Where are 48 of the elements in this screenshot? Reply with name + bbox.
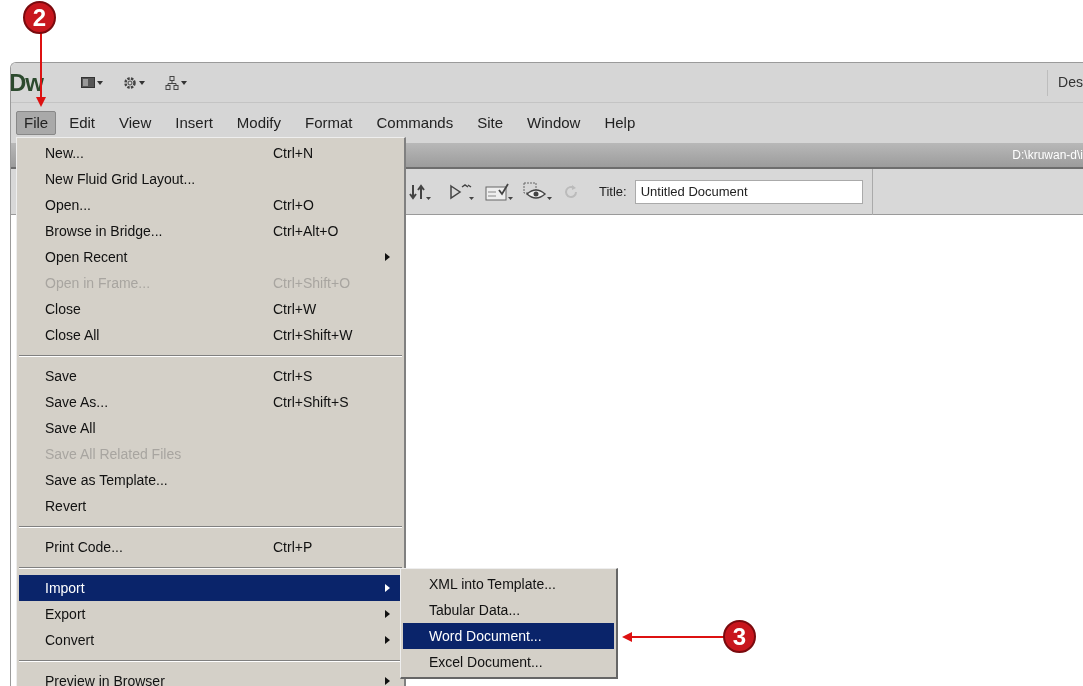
checklist-icon[interactable] [485,181,515,202]
menu-item[interactable]: Save As... Ctrl+Shift+S [19,389,402,415]
menu-item[interactable]: Close Ctrl+W [19,296,402,322]
menu-bar-item[interactable]: Window [516,111,592,135]
menu-bar-item[interactable]: File [16,111,57,135]
menu-bar-item[interactable]: Format [294,111,364,135]
menu-item[interactable]: Save Ctrl+S [19,363,402,389]
caret-icon [97,80,103,85]
menu-item[interactable]: New Fluid Grid Layout... [19,166,402,192]
menu-bar-item[interactable]: Edit [58,111,107,135]
caret-icon [139,80,145,85]
title-field[interactable]: Untitled Document [634,179,863,204]
workspace-switcher[interactable]: Des [1058,72,1083,93]
settings-icon [123,75,137,90]
menu-item[interactable]: Open... Ctrl+O [19,192,402,218]
menu-bar-item[interactable]: Site [466,111,515,135]
menu-item[interactable]: Tabular Data... [403,597,614,623]
title-label: Title: [599,182,627,201]
menu-item[interactable]: Export [19,601,402,627]
menu-item[interactable]: Word Document... [403,623,614,649]
menu-bar-item[interactable]: Insert [164,111,224,135]
eye-icon[interactable] [523,181,553,202]
menu-item[interactable]: New... Ctrl+N [19,140,402,166]
menu-item[interactable]: Revert [19,493,402,519]
step-badge: 2 [23,1,56,34]
menu-item[interactable]: Convert [19,627,402,653]
menu-item[interactable]: Browse in Bridge... Ctrl+Alt+O [19,218,402,244]
sitemap-icon [165,75,179,90]
menu-bar-item[interactable]: Commands [365,111,465,135]
menu-item[interactable]: Save All [19,415,402,441]
menu-item[interactable]: Import [19,575,402,601]
settings-button[interactable] [123,75,145,90]
menu-item[interactable]: Preview in Browser [19,668,402,686]
layout-menu-button[interactable] [81,77,103,88]
site-button[interactable] [165,75,187,90]
menu-item[interactable]: Print Code... Ctrl+P [19,534,402,560]
menu-item[interactable]: XML into Template... [403,571,614,597]
triangle-arrows-icon[interactable] [449,181,477,202]
menu-item[interactable]: Open Recent [19,244,402,270]
menu-bar-item[interactable]: Help [593,111,647,135]
menu-item[interactable]: Excel Document... [403,649,614,675]
caret-icon [181,80,187,85]
file-path: D:\kruwan-d\i [1012,147,1083,164]
menu-bar-item[interactable]: Modify [225,111,292,135]
menu-bar-item[interactable]: View [108,111,163,135]
menu-item[interactable]: Save as Template... [19,467,402,493]
menu-item[interactable]: Close All Ctrl+Shift+W [19,322,402,348]
layout-icon [81,77,95,88]
